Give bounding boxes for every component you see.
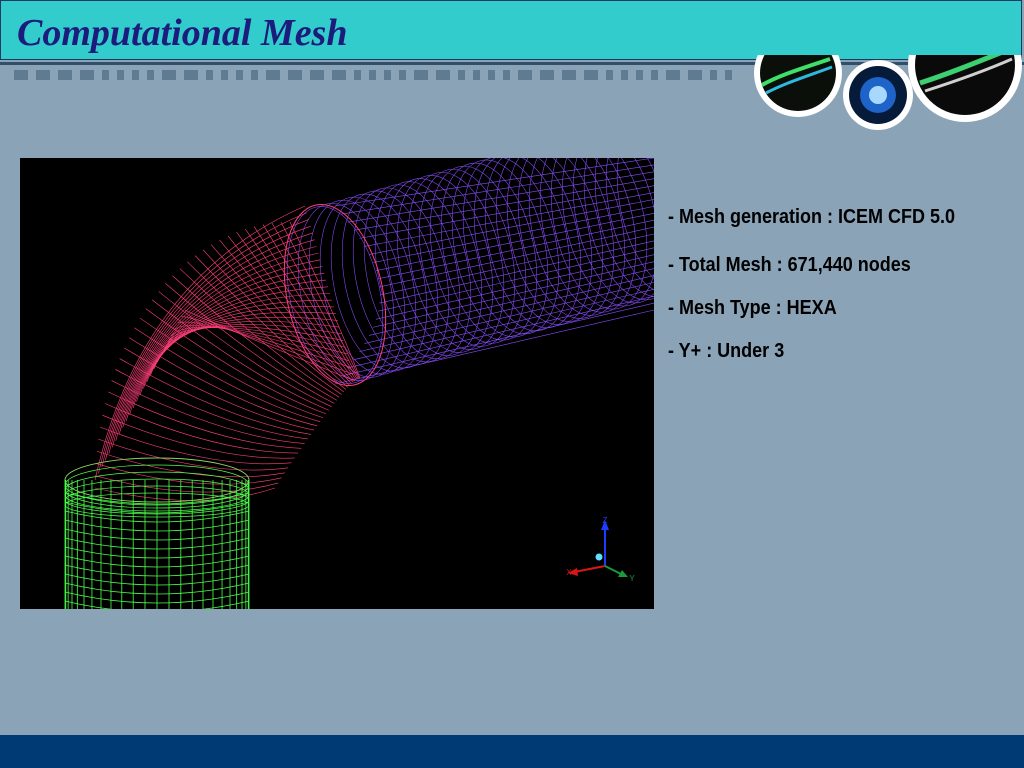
axis-label-x: X [566,568,572,577]
info-line-y-plus: - Y+ : Under 3 [668,340,785,362]
info-line-total-mesh: - Total Mesh : 671,440 nodes [668,254,911,276]
thumbnail-flow-right-icon [908,55,1022,122]
thumbnail-flow-left-icon [754,55,842,117]
thumbnail-rotor-icon [843,60,913,130]
axis-label-y: Y [629,574,635,583]
info-line-mesh-type: - Mesh Type : HEXA [668,297,837,319]
info-line-mesh-generation: - Mesh generation : ICEM CFD 5.0 [668,206,956,228]
pipe-bend-mesh-image: Z X Y [20,158,654,609]
footer-bar [0,735,1024,768]
slide-title: Computational Mesh [17,12,348,54]
title-bar: Computational Mesh [0,0,1022,60]
axis-label-z: Z [603,516,608,525]
decorative-thumbnails [754,55,1022,130]
